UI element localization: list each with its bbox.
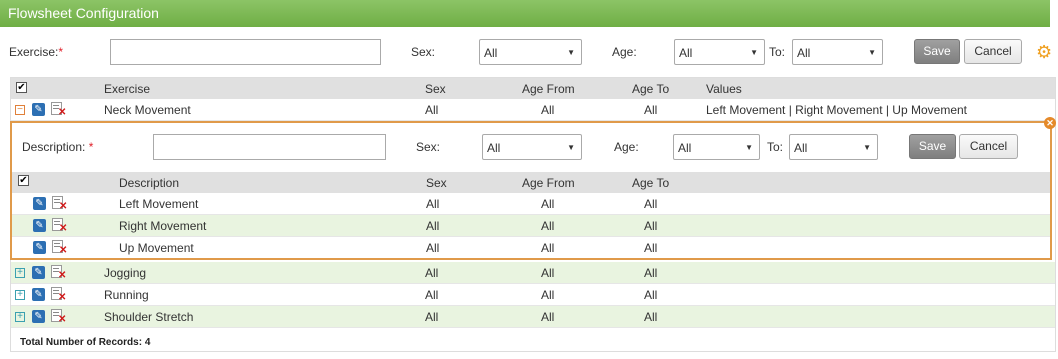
- sex-value: All: [426, 197, 440, 211]
- age-from-value: All: [541, 241, 555, 255]
- save-button[interactable]: Save: [914, 39, 960, 64]
- exercise-name: Jogging: [104, 266, 147, 280]
- sub-age-label: Age:: [614, 140, 639, 154]
- sub-cancel-button[interactable]: Cancel: [959, 134, 1018, 159]
- delete-document-icon[interactable]: ✕: [51, 102, 66, 118]
- age-from-value: All: [541, 103, 555, 117]
- age-from-value: All: [541, 197, 555, 211]
- description-value: Left Movement: [119, 197, 199, 211]
- age-to-select[interactable]: All ▼: [792, 39, 883, 65]
- plus-expand-icon[interactable]: +: [15, 312, 25, 322]
- chevron-down-icon: ▼: [750, 48, 758, 57]
- sub-save-button[interactable]: Save: [909, 134, 956, 159]
- description-input[interactable]: [153, 134, 386, 160]
- list-item: ✎ ✕ Right Movement All All All: [12, 215, 1050, 237]
- col-age-from: Age From: [522, 82, 575, 96]
- age-to-value: All: [644, 103, 658, 117]
- description-value: Up Movement: [119, 241, 194, 255]
- title-bar-edge: [1050, 0, 1058, 27]
- pencil-edit-icon[interactable]: ✎: [32, 103, 45, 116]
- description-label: Description: *: [22, 140, 94, 154]
- sub-col-age-from: Age From: [522, 176, 575, 190]
- chevron-down-icon: ▼: [863, 143, 871, 152]
- age-to-value: All: [644, 219, 658, 233]
- sex-value: All: [426, 241, 440, 255]
- delete-document-icon[interactable]: ✕: [52, 196, 67, 212]
- delete-document-icon[interactable]: ✕: [51, 309, 66, 325]
- to-label: To:: [769, 45, 786, 59]
- plus-expand-icon[interactable]: +: [15, 290, 25, 300]
- col-age-to: Age To: [632, 82, 670, 96]
- page-title-bar: Flowsheet Configuration: [0, 0, 1050, 27]
- age-from-value: All: [541, 266, 555, 280]
- sex-value: All: [425, 103, 439, 117]
- table-row: + ✎ ✕ Running All All All: [11, 284, 1055, 306]
- chevron-down-icon: ▼: [567, 48, 575, 57]
- sub-grid-header: ✔ Description Sex Age From Age To: [12, 172, 1050, 193]
- age-from-value: All: [541, 288, 555, 302]
- exercise-name: Neck Movement: [104, 103, 191, 117]
- age-from-select[interactable]: All ▼: [674, 39, 765, 65]
- sub-age-to-select[interactable]: All ▼: [789, 134, 878, 160]
- age-to-value: All: [644, 288, 658, 302]
- delete-document-icon[interactable]: ✕: [51, 287, 66, 303]
- age-to-value: All: [644, 241, 658, 255]
- age-label: Age:: [612, 45, 637, 59]
- sub-col-age-to: Age To: [632, 176, 670, 190]
- age-to-value: All: [644, 266, 658, 280]
- pencil-edit-icon[interactable]: ✎: [32, 288, 45, 301]
- sex-value: All: [425, 288, 439, 302]
- record-count: Total Number of Records: 4: [20, 337, 151, 348]
- exercise-label: Exercise:*: [9, 45, 64, 59]
- sex-label: Sex:: [411, 45, 436, 59]
- pencil-edit-icon[interactable]: ✎: [33, 241, 46, 254]
- select-all-checkbox[interactable]: ✔: [16, 82, 27, 93]
- pencil-edit-icon[interactable]: ✎: [33, 197, 46, 210]
- pencil-edit-icon[interactable]: ✎: [32, 266, 45, 279]
- delete-document-icon[interactable]: ✕: [52, 218, 67, 234]
- grid-header: ✔ Exercise Sex Age From Age To Values: [11, 78, 1055, 99]
- list-item: ✎ ✕ Left Movement All All All: [12, 193, 1050, 215]
- sex-value: All: [426, 219, 440, 233]
- col-values: Values: [706, 82, 742, 96]
- sex-select[interactable]: All ▼: [479, 39, 582, 65]
- sub-to-label: To:: [767, 140, 784, 154]
- page-title: Flowsheet Configuration: [8, 5, 159, 21]
- exercise-input[interactable]: [110, 39, 381, 65]
- exercise-name: Running: [104, 288, 149, 302]
- plus-expand-icon[interactable]: +: [15, 268, 25, 278]
- cancel-button[interactable]: Cancel: [964, 39, 1022, 64]
- sex-value: All: [425, 266, 439, 280]
- sub-sex-select[interactable]: All ▼: [482, 134, 582, 160]
- gear-icon[interactable]: ⚙: [1036, 43, 1054, 61]
- chevron-down-icon: ▼: [868, 48, 876, 57]
- sub-sex-label: Sex:: [416, 140, 441, 154]
- table-row: + ✎ ✕ Jogging All All All: [11, 262, 1055, 284]
- sex-value: All: [425, 310, 439, 324]
- pencil-edit-icon[interactable]: ✎: [32, 310, 45, 323]
- age-from-value: All: [541, 310, 555, 324]
- col-exercise: Exercise: [104, 82, 151, 96]
- values-text: Left Movement | Right Movement | Up Move…: [706, 103, 968, 117]
- close-icon[interactable]: ✕: [1044, 117, 1056, 129]
- chevron-down-icon: ▼: [567, 143, 575, 152]
- chevron-down-icon: ▼: [745, 143, 753, 152]
- age-to-value: All: [644, 197, 658, 211]
- delete-document-icon[interactable]: ✕: [51, 265, 66, 281]
- description-value: Right Movement: [119, 219, 207, 233]
- table-row: − ✎ ✕ Neck Movement All All All Left Mov…: [11, 99, 1055, 121]
- sub-col-description: Description: [119, 176, 180, 190]
- minus-collapse-icon[interactable]: −: [15, 105, 25, 115]
- list-item: ✎ ✕ Up Movement All All All: [12, 237, 1050, 259]
- col-sex: Sex: [425, 82, 446, 96]
- age-from-value: All: [541, 219, 555, 233]
- delete-document-icon[interactable]: ✕: [52, 240, 67, 256]
- pencil-edit-icon[interactable]: ✎: [33, 219, 46, 232]
- sub-col-sex: Sex: [426, 176, 447, 190]
- table-row: + ✎ ✕ Shoulder Stretch All All All: [11, 306, 1055, 328]
- age-to-value: All: [644, 310, 658, 324]
- exercise-name: Shoulder Stretch: [104, 310, 194, 324]
- sub-select-all-checkbox[interactable]: ✔: [18, 175, 29, 186]
- sub-age-from-select[interactable]: All ▼: [673, 134, 760, 160]
